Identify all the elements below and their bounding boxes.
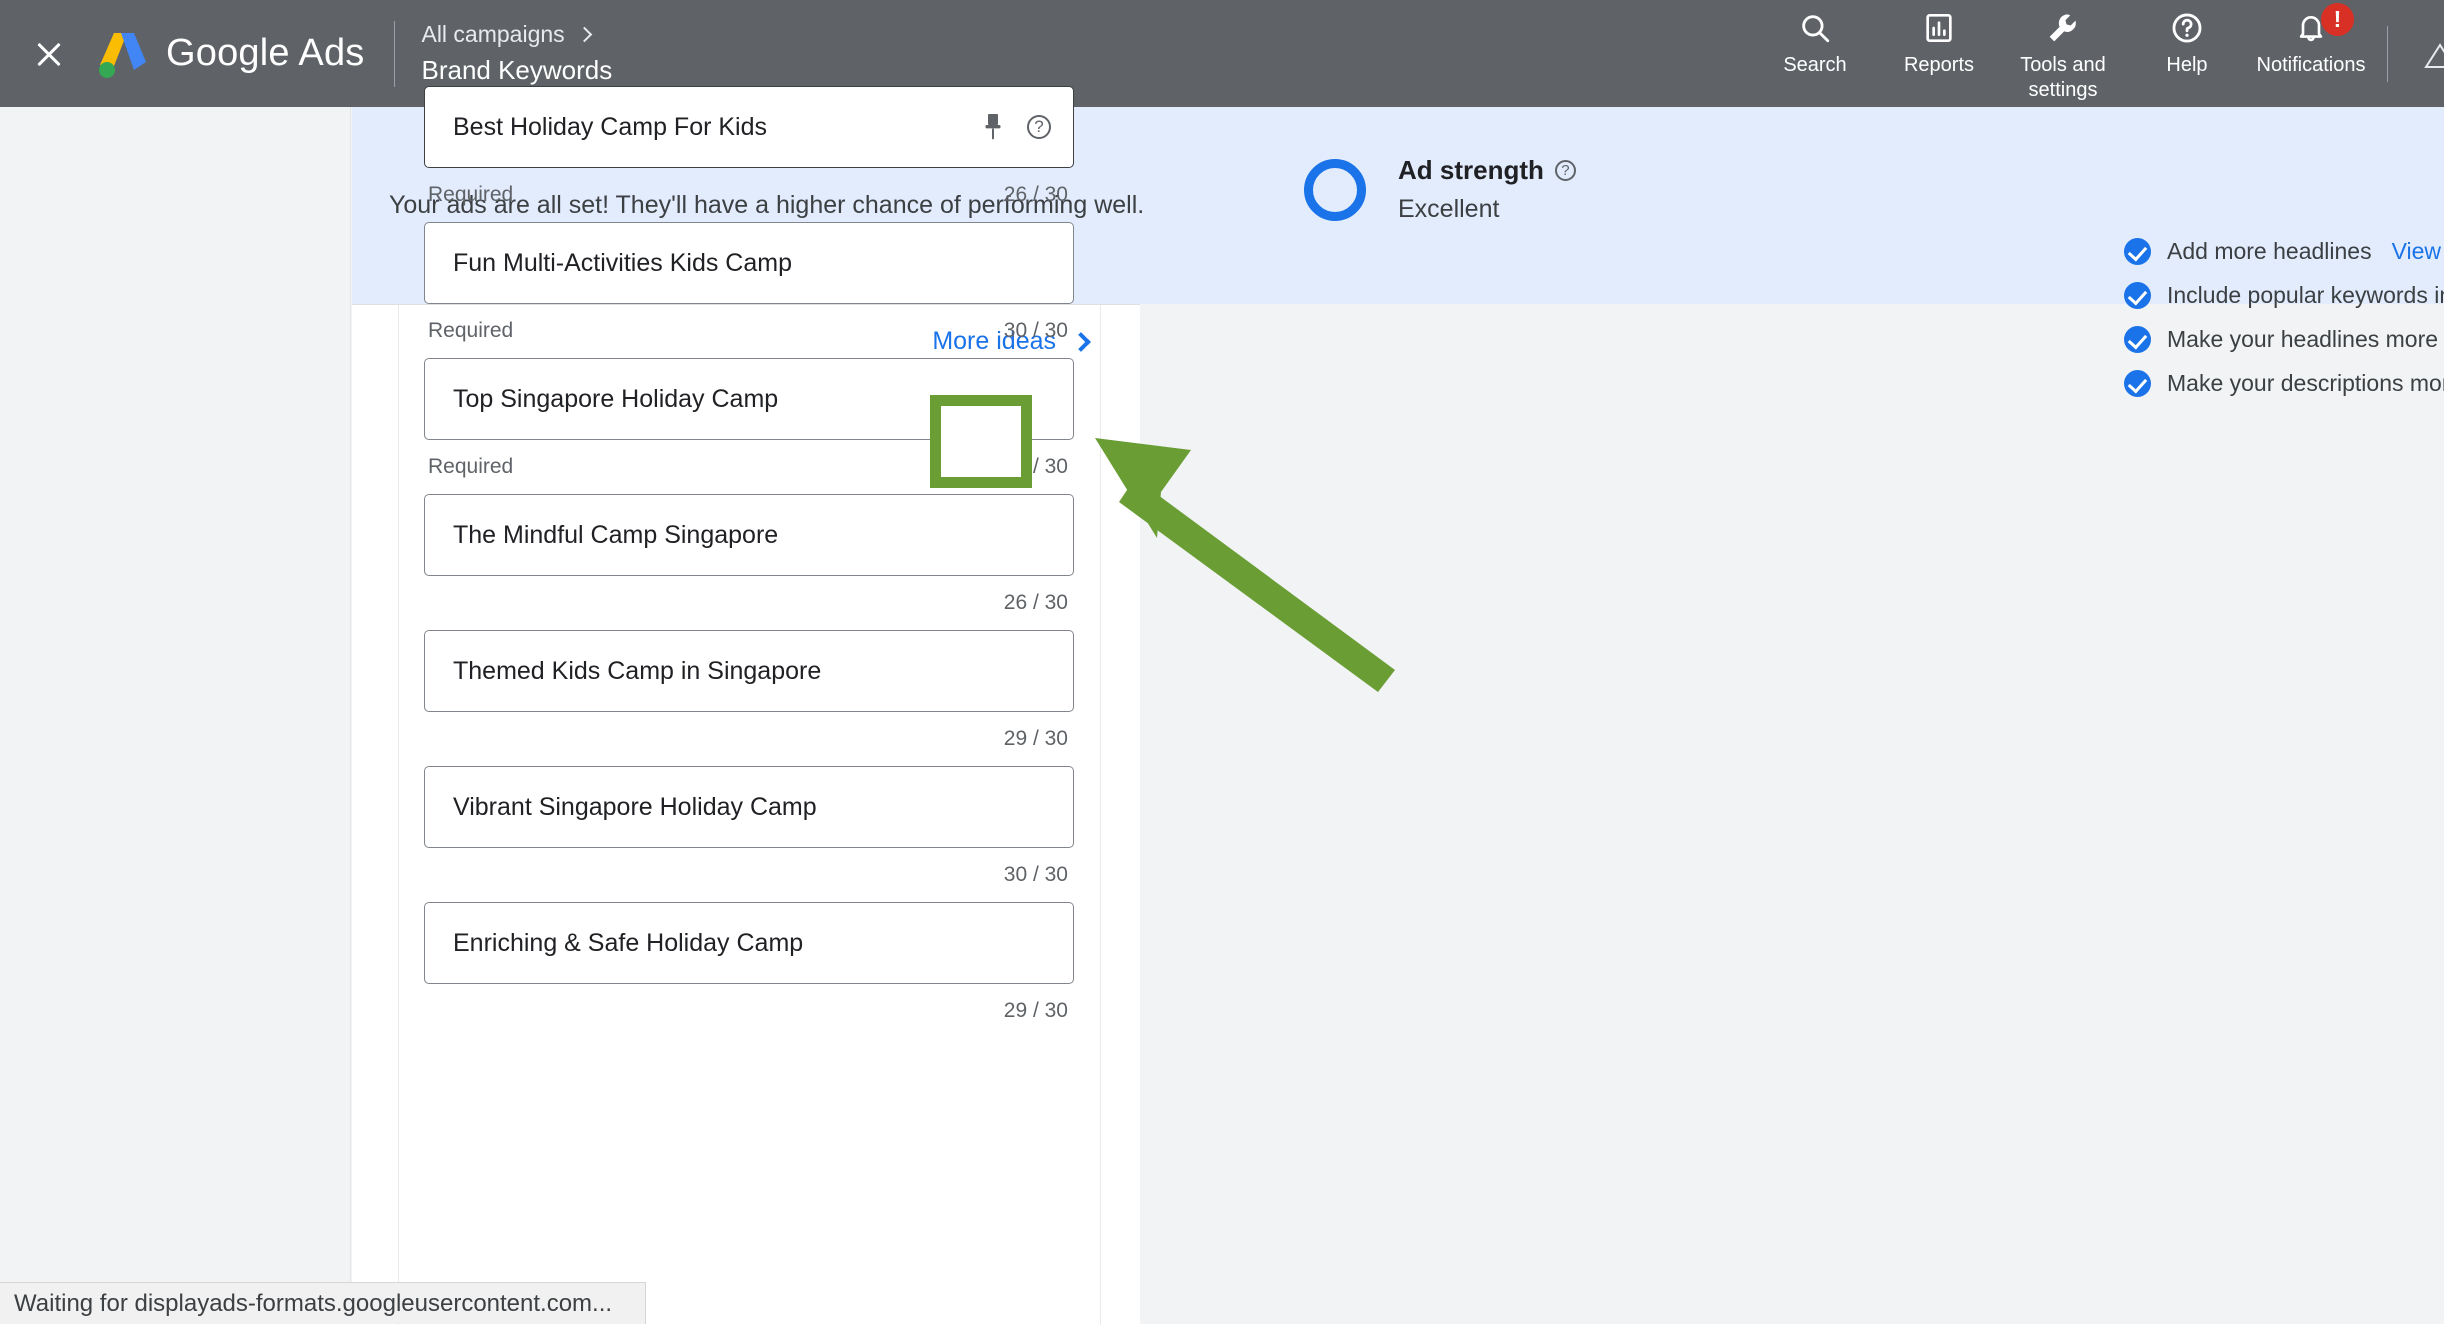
checklist-item: Include popular keywords in your headlin… — [2124, 273, 2444, 317]
browser-status-bar: Waiting for displayads-formats.googleuse… — [0, 1282, 646, 1324]
headline-meta-3: Required 26 / 30 — [424, 440, 1074, 494]
panel-scrollbar[interactable] — [1100, 305, 1140, 1325]
nav-item-notifications[interactable]: ! Notifications — [2249, 8, 2373, 78]
help-circle-icon — [2170, 8, 2204, 48]
pin-icon[interactable] — [981, 112, 1005, 142]
checklist-item-label: Add more headlines — [2167, 238, 2372, 265]
headline-required-label-3: Required — [428, 455, 513, 479]
headline-input-7[interactable]: Enriching & Safe Holiday Camp — [424, 902, 1074, 984]
nav-item-tools-and-settings[interactable]: Tools and settings — [2001, 8, 2125, 103]
notifications-badge: ! — [2321, 3, 2354, 36]
view-ideas-link[interactable]: View ideas — [2392, 238, 2444, 265]
nav-item-reports[interactable]: Reports — [1877, 8, 2001, 78]
headline-counter-1: 26 / 30 — [1004, 183, 1068, 207]
header-divider — [394, 21, 395, 87]
headline-counter-5: 29 / 30 — [1004, 727, 1068, 751]
headline-meta-6: 30 / 30 — [424, 848, 1074, 902]
headline-required-label-2: Required — [428, 319, 513, 343]
headline-meta-1: Required 26 / 30 — [424, 168, 1074, 222]
headline-value-3: Top Singapore Holiday Camp — [453, 385, 1073, 414]
bar-chart-icon — [1923, 8, 1955, 48]
nav-label-help: Help — [2166, 53, 2207, 78]
check-circle-icon — [2124, 370, 2151, 397]
chevron-right-icon — [1071, 332, 1091, 352]
nav-item-help[interactable]: Help — [2125, 8, 2249, 78]
headline-field-row: Vibrant Singapore Holiday Camp 30 / 30 — [424, 766, 1074, 902]
headline-actions-1: ? — [981, 112, 1051, 142]
ad-strength-help-icon[interactable]: ? — [1555, 160, 1576, 181]
headline-field-row: The Mindful Camp Singapore 26 / 30 — [424, 494, 1074, 630]
headline-field-row: Top Singapore Holiday Camp Required 26 /… — [424, 358, 1074, 494]
headline-meta-2: Required 30 / 30 — [424, 304, 1074, 358]
header-nav: Search Reports Tools and settings — [1753, 0, 2373, 107]
nav-label-notifications: Notifications — [2257, 53, 2366, 78]
check-circle-icon — [2124, 282, 2151, 309]
status-bar-text: Waiting for displayads-formats.googleuse… — [0, 1290, 612, 1318]
left-gutter — [0, 107, 351, 1324]
ad-strength-ring — [1304, 159, 1366, 221]
nav-label-reports: Reports — [1904, 53, 1974, 78]
headline-counter-7: 29 / 30 — [1004, 999, 1068, 1023]
headline-value-6: Vibrant Singapore Holiday Camp — [453, 793, 1073, 822]
ad-strength-value: Excellent — [1398, 195, 1576, 224]
breadcrumb: All campaigns Brand Keywords — [421, 21, 612, 86]
headline-input-2[interactable]: Fun Multi-Activities Kids Camp — [424, 222, 1074, 304]
panel-inner-rule — [398, 305, 399, 1325]
headline-input-4[interactable]: The Mindful Camp Singapore — [424, 494, 1074, 576]
checklist-item-label: Make your headlines more unique — [2167, 326, 2444, 353]
wrench-icon — [2046, 8, 2080, 48]
breadcrumb-parent-label: All campaigns — [421, 21, 564, 48]
headline-counter-3: 26 / 30 — [1004, 455, 1068, 479]
headline-counter-6: 30 / 30 — [1004, 863, 1068, 887]
nav-label-search: Search — [1783, 53, 1846, 78]
header-right-divider — [2387, 26, 2388, 82]
headline-meta-5: 29 / 30 — [424, 712, 1074, 766]
headline-value-1: Best Holiday Camp For Kids — [453, 113, 981, 142]
headline-help-icon-1[interactable]: ? — [1027, 115, 1051, 139]
brand-name: Google Ads — [166, 32, 364, 75]
headline-input-5[interactable]: Themed Kids Camp in Singapore — [424, 630, 1074, 712]
close-icon[interactable] — [32, 37, 66, 71]
headline-fields: Best Holiday Camp For Kids ? Required 26… — [424, 86, 1074, 1038]
ad-strength-checklist: Add more headlines View ideas Include po… — [2124, 229, 2444, 405]
account-chevron-icon[interactable] — [2410, 37, 2444, 71]
checklist-item: Make your headlines more unique View ide… — [2124, 317, 2444, 361]
nav-label-tools-and-settings: Tools and settings — [2020, 53, 2106, 103]
checklist-item: Add more headlines View ideas — [2124, 229, 2444, 273]
headline-counter-2: 30 / 30 — [1004, 319, 1068, 343]
headline-field-row: Fun Multi-Activities Kids Camp Required … — [424, 222, 1074, 358]
breadcrumb-parent[interactable]: All campaigns — [421, 21, 612, 48]
headline-input-3[interactable]: Top Singapore Holiday Camp — [424, 358, 1074, 440]
headline-required-label-1: Required — [428, 183, 513, 207]
ad-strength-title: Ad strength — [1398, 155, 1544, 186]
headline-field-row: Themed Kids Camp in Singapore 29 / 30 — [424, 630, 1074, 766]
headline-counter-4: 26 / 30 — [1004, 591, 1068, 615]
check-circle-icon — [2124, 326, 2151, 353]
search-icon — [1798, 8, 1832, 48]
checklist-item: Make your descriptions more unique View … — [2124, 361, 2444, 405]
headline-meta-7: 29 / 30 — [424, 984, 1074, 1038]
ad-strength-text: Ad strength ? Excellent — [1398, 155, 1576, 224]
checklist-item-label: Make your descriptions more unique — [2167, 370, 2444, 397]
brand[interactable]: Google Ads — [94, 29, 364, 79]
google-ads-logo-icon — [94, 29, 150, 79]
checklist-item-label: Include popular keywords in your headlin… — [2167, 282, 2444, 309]
breadcrumb-current-label: Brand Keywords — [421, 55, 612, 86]
headline-value-2: Fun Multi-Activities Kids Camp — [453, 249, 1073, 278]
nav-item-search[interactable]: Search — [1753, 8, 1877, 78]
headline-input-1[interactable]: Best Holiday Camp For Kids ? — [424, 86, 1074, 168]
headline-field-row: Best Holiday Camp For Kids ? Required 26… — [424, 86, 1074, 222]
headline-value-5: Themed Kids Camp in Singapore — [453, 657, 1073, 686]
ad-strength-block: Ad strength ? Excellent — [1304, 155, 1576, 224]
headline-field-row: Enriching & Safe Holiday Camp 29 / 30 — [424, 902, 1074, 1038]
headline-value-4: The Mindful Camp Singapore — [453, 521, 1073, 550]
check-circle-icon — [2124, 238, 2151, 265]
chevron-right-icon — [576, 27, 592, 43]
headline-meta-4: 26 / 30 — [424, 576, 1074, 630]
app-header: Google Ads All campaigns Brand Keywords … — [0, 0, 2444, 107]
headline-value-7: Enriching & Safe Holiday Camp — [453, 929, 1073, 958]
headline-input-6[interactable]: Vibrant Singapore Holiday Camp — [424, 766, 1074, 848]
